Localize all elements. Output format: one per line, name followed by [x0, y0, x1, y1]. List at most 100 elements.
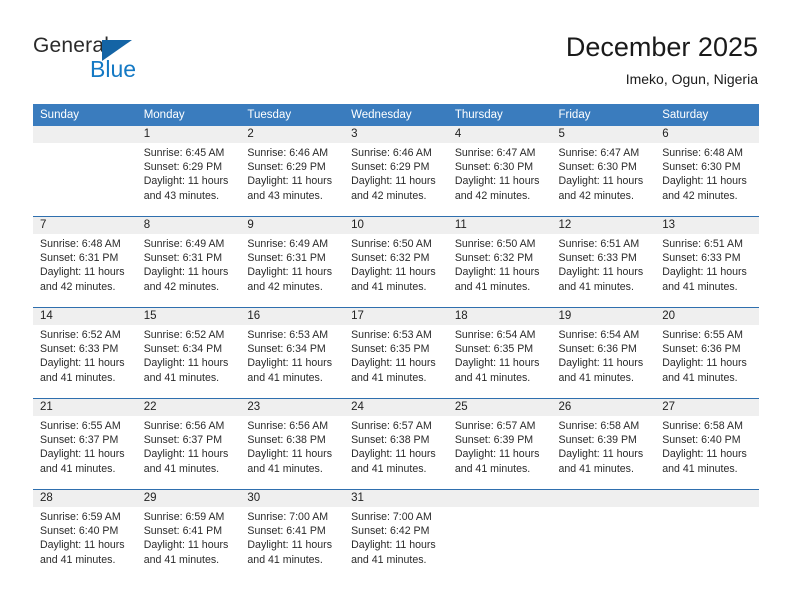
calendar-day-cell[interactable]: 19 Sunrise: 6:54 AM Sunset: 6:36 PM Dayligh… — [551, 307, 656, 399]
calendar-day-cell[interactable]: 11 Sunrise: 6:50 AM Sunset: 6:32 PM Dayligh… — [447, 216, 552, 308]
day-details: Sunrise: 6:52 AM Sunset: 6:34 PM Daylight:… — [137, 325, 241, 385]
sunset-time: Sunset: 6:41 PM — [247, 525, 326, 538]
daylight-duration-line2: and 41 minutes. — [662, 462, 738, 475]
page-header: General Blue December 2025 Imeko, Ogun, … — [0, 0, 792, 104]
sunrise-time: Sunrise: 6:50 AM — [454, 238, 536, 250]
calendar-day-cell[interactable]: 1 Sunrise: 6:45 AM Sunset: 6:29 PM Daylight… — [136, 126, 241, 217]
day-details: Sunrise: 6:57 AM Sunset: 6:39 PM Daylight:… — [448, 416, 552, 476]
brand-logo[interactable]: General Blue — [33, 34, 233, 86]
sunrise-time: Sunrise: 6:50 AM — [351, 238, 432, 250]
day-number — [551, 490, 656, 507]
calendar-day-cell[interactable]: 30 Sunrise: 7:00 AM Sunset: 6:41 PM Dayligh… — [240, 489, 345, 580]
day-details: Sunrise: 6:47 AM Sunset: 6:30 PM Daylight:… — [552, 143, 656, 203]
calendar-day-cell[interactable]: 7 Sunrise: 6:48 AM Sunset: 6:31 PM Daylight… — [33, 216, 137, 308]
sunset-time: Sunset: 6:37 PM — [143, 434, 223, 447]
calendar-day-cell[interactable]: 15 Sunrise: 6:52 AM Sunset: 6:34 PM Dayligh… — [136, 307, 241, 399]
daylight-duration-line1: Daylight: 11 hours — [143, 266, 229, 279]
sunset-time: Sunset: 6:36 PM — [662, 343, 741, 356]
calendar-day-cell[interactable]: 18 Sunrise: 6:54 AM Sunset: 6:35 PM Dayligh… — [447, 307, 552, 399]
daylight-duration-line2: and 43 minutes. — [143, 189, 220, 202]
day-number: 1 — [136, 126, 241, 143]
day-number: 23 — [240, 399, 345, 416]
day-number: 28 — [33, 490, 137, 507]
daylight-duration-line1: Daylight: 11 hours — [662, 266, 747, 279]
calendar-day-cell[interactable]: 13 Sunrise: 6:51 AM Sunset: 6:33 PM Dayligh… — [655, 216, 759, 308]
day-details: Sunrise: 6:56 AM Sunset: 6:38 PM Daylight:… — [240, 416, 344, 476]
sunrise-time: Sunrise: 6:47 AM — [454, 147, 536, 159]
calendar-day-cell[interactable]: 10 Sunrise: 6:50 AM Sunset: 6:32 PM Dayligh… — [344, 216, 448, 308]
calendar-day-cell[interactable]: 16 Sunrise: 6:53 AM Sunset: 6:34 PM Dayligh… — [240, 307, 345, 399]
sunset-time: Sunset: 6:35 PM — [454, 343, 534, 356]
day-number: 7 — [33, 217, 137, 234]
day-number: 25 — [447, 399, 552, 416]
calendar-day-cell[interactable]: 3 Sunrise: 6:46 AM Sunset: 6:29 PM Daylight… — [344, 126, 448, 217]
calendar-day-cell[interactable]: 26 Sunrise: 6:58 AM Sunset: 6:39 PM Dayligh… — [551, 398, 656, 490]
calendar-day-cell[interactable]: 25 Sunrise: 6:57 AM Sunset: 6:39 PM Dayligh… — [447, 398, 552, 490]
day-number: 2 — [240, 126, 345, 143]
day-details: Sunrise: 6:49 AM Sunset: 6:31 PM Daylight:… — [137, 234, 241, 294]
daylight-duration-line2: and 41 minutes. — [351, 371, 427, 384]
day-number: 18 — [447, 308, 552, 325]
day-number: 29 — [136, 490, 241, 507]
calendar-day-cell[interactable]: 29 Sunrise: 6:59 AM Sunset: 6:41 PM Dayligh… — [136, 489, 241, 580]
calendar-day-cell[interactable]: 22 Sunrise: 6:56 AM Sunset: 6:37 PM Dayligh… — [136, 398, 241, 490]
sunset-time: Sunset: 6:42 PM — [351, 525, 430, 538]
daylight-duration-line2: and 42 minutes. — [662, 189, 738, 202]
calendar-day-cell[interactable]: 8 Sunrise: 6:49 AM Sunset: 6:31 PM Daylight… — [136, 216, 241, 308]
daylight-duration-line1: Daylight: 11 hours — [247, 175, 333, 188]
sunrise-time: Sunrise: 6:52 AM — [40, 329, 121, 341]
calendar-day-cell[interactable]: 2 Sunrise: 6:46 AM Sunset: 6:29 PM Daylight… — [240, 126, 345, 217]
daylight-duration-line1: Daylight: 11 hours — [558, 175, 644, 188]
daylight-duration-line2: and 42 minutes. — [454, 189, 531, 202]
weekday-header-sunday: Sunday — [33, 104, 137, 126]
calendar-day-cell[interactable]: 31 Sunrise: 7:00 AM Sunset: 6:42 PM Dayligh… — [344, 489, 448, 580]
daylight-duration-line1: Daylight: 11 hours — [247, 448, 333, 461]
calendar-day-cell[interactable]: 23 Sunrise: 6:56 AM Sunset: 6:38 PM Dayligh… — [240, 398, 345, 490]
day-details: Sunrise: 6:53 AM Sunset: 6:34 PM Daylight:… — [240, 325, 344, 385]
calendar-day-cell[interactable]: 6 Sunrise: 6:48 AM Sunset: 6:30 PM Daylight… — [655, 126, 759, 217]
day-details: Sunrise: 6:49 AM Sunset: 6:31 PM Daylight:… — [240, 234, 344, 294]
sunset-time: Sunset: 6:30 PM — [558, 161, 637, 174]
day-details: Sunrise: 6:55 AM Sunset: 6:36 PM Daylight:… — [655, 325, 759, 385]
day-details: Sunrise: 6:53 AM Sunset: 6:35 PM Daylight:… — [344, 325, 448, 385]
sunset-time: Sunset: 6:38 PM — [351, 434, 430, 447]
calendar-day-cell[interactable]: 24 Sunrise: 6:57 AM Sunset: 6:38 PM Dayligh… — [344, 398, 448, 490]
day-number: 3 — [344, 126, 448, 143]
calendar-day-cell[interactable]: 28 Sunrise: 6:59 AM Sunset: 6:40 PM Dayligh… — [33, 489, 137, 580]
day-details: Sunrise: 6:46 AM Sunset: 6:29 PM Daylight:… — [240, 143, 344, 203]
calendar-day-cell[interactable]: 5 Sunrise: 6:47 AM Sunset: 6:30 PM Daylight… — [551, 126, 656, 217]
calendar-week-row: 14 Sunrise: 6:52 AM Sunset: 6:33 PM Dayligh… — [33, 307, 759, 399]
calendar-day-cell[interactable]: 21 Sunrise: 6:55 AM Sunset: 6:37 PM Dayligh… — [33, 398, 137, 490]
daylight-duration-line1: Daylight: 11 hours — [247, 539, 333, 552]
day-details: Sunrise: 6:48 AM Sunset: 6:30 PM Daylight:… — [655, 143, 759, 203]
sunset-time: Sunset: 6:30 PM — [454, 161, 534, 174]
sunset-time: Sunset: 6:30 PM — [662, 161, 741, 174]
daylight-duration-line2: and 41 minutes. — [143, 462, 220, 475]
calendar-day-cell[interactable]: 9 Sunrise: 6:49 AM Sunset: 6:31 PM Daylight… — [240, 216, 345, 308]
calendar-day-cell[interactable]: 14 Sunrise: 6:52 AM Sunset: 6:33 PM Dayligh… — [33, 307, 137, 399]
day-details: Sunrise: 6:48 AM Sunset: 6:31 PM Daylight:… — [33, 234, 137, 294]
calendar-table: Sunday Monday Tuesday Wednesday Thursday… — [33, 104, 759, 580]
sunrise-time: Sunrise: 6:45 AM — [143, 147, 225, 159]
calendar-day-cell[interactable]: 12 Sunrise: 6:51 AM Sunset: 6:33 PM Dayligh… — [551, 216, 656, 308]
weekday-header-friday: Friday — [551, 104, 656, 126]
calendar-day-cell[interactable]: 4 Sunrise: 6:47 AM Sunset: 6:30 PM Daylight… — [447, 126, 552, 217]
day-number: 10 — [344, 217, 448, 234]
calendar-day-cell[interactable]: 20 Sunrise: 6:55 AM Sunset: 6:36 PM Dayligh… — [655, 307, 759, 399]
calendar-week-row: 21 Sunrise: 6:55 AM Sunset: 6:37 PM Dayligh… — [33, 398, 759, 490]
page-title: December 2025 — [565, 32, 758, 62]
weekday-header-thursday: Thursday — [447, 104, 552, 126]
daylight-duration-line2: and 41 minutes. — [143, 553, 220, 566]
daylight-duration-line2: and 41 minutes. — [351, 280, 427, 293]
daylight-duration-line2: and 43 minutes. — [247, 189, 323, 202]
calendar-day-cell[interactable]: 27 Sunrise: 6:58 AM Sunset: 6:40 PM Dayligh… — [655, 398, 759, 490]
sunrise-time: Sunrise: 6:48 AM — [40, 238, 121, 250]
calendar-week-row: 7 Sunrise: 6:48 AM Sunset: 6:31 PM Daylight… — [33, 216, 759, 308]
calendar-page: General Blue December 2025 Imeko, Ogun, … — [0, 0, 792, 612]
day-number: 15 — [136, 308, 241, 325]
sunrise-time: Sunrise: 6:51 AM — [662, 238, 743, 250]
day-details: Sunrise: 6:54 AM Sunset: 6:35 PM Daylight:… — [448, 325, 552, 385]
day-number: 17 — [344, 308, 448, 325]
calendar-day-cell[interactable]: 17 Sunrise: 6:53 AM Sunset: 6:35 PM Dayligh… — [344, 307, 448, 399]
sunset-time: Sunset: 6:40 PM — [662, 434, 741, 447]
